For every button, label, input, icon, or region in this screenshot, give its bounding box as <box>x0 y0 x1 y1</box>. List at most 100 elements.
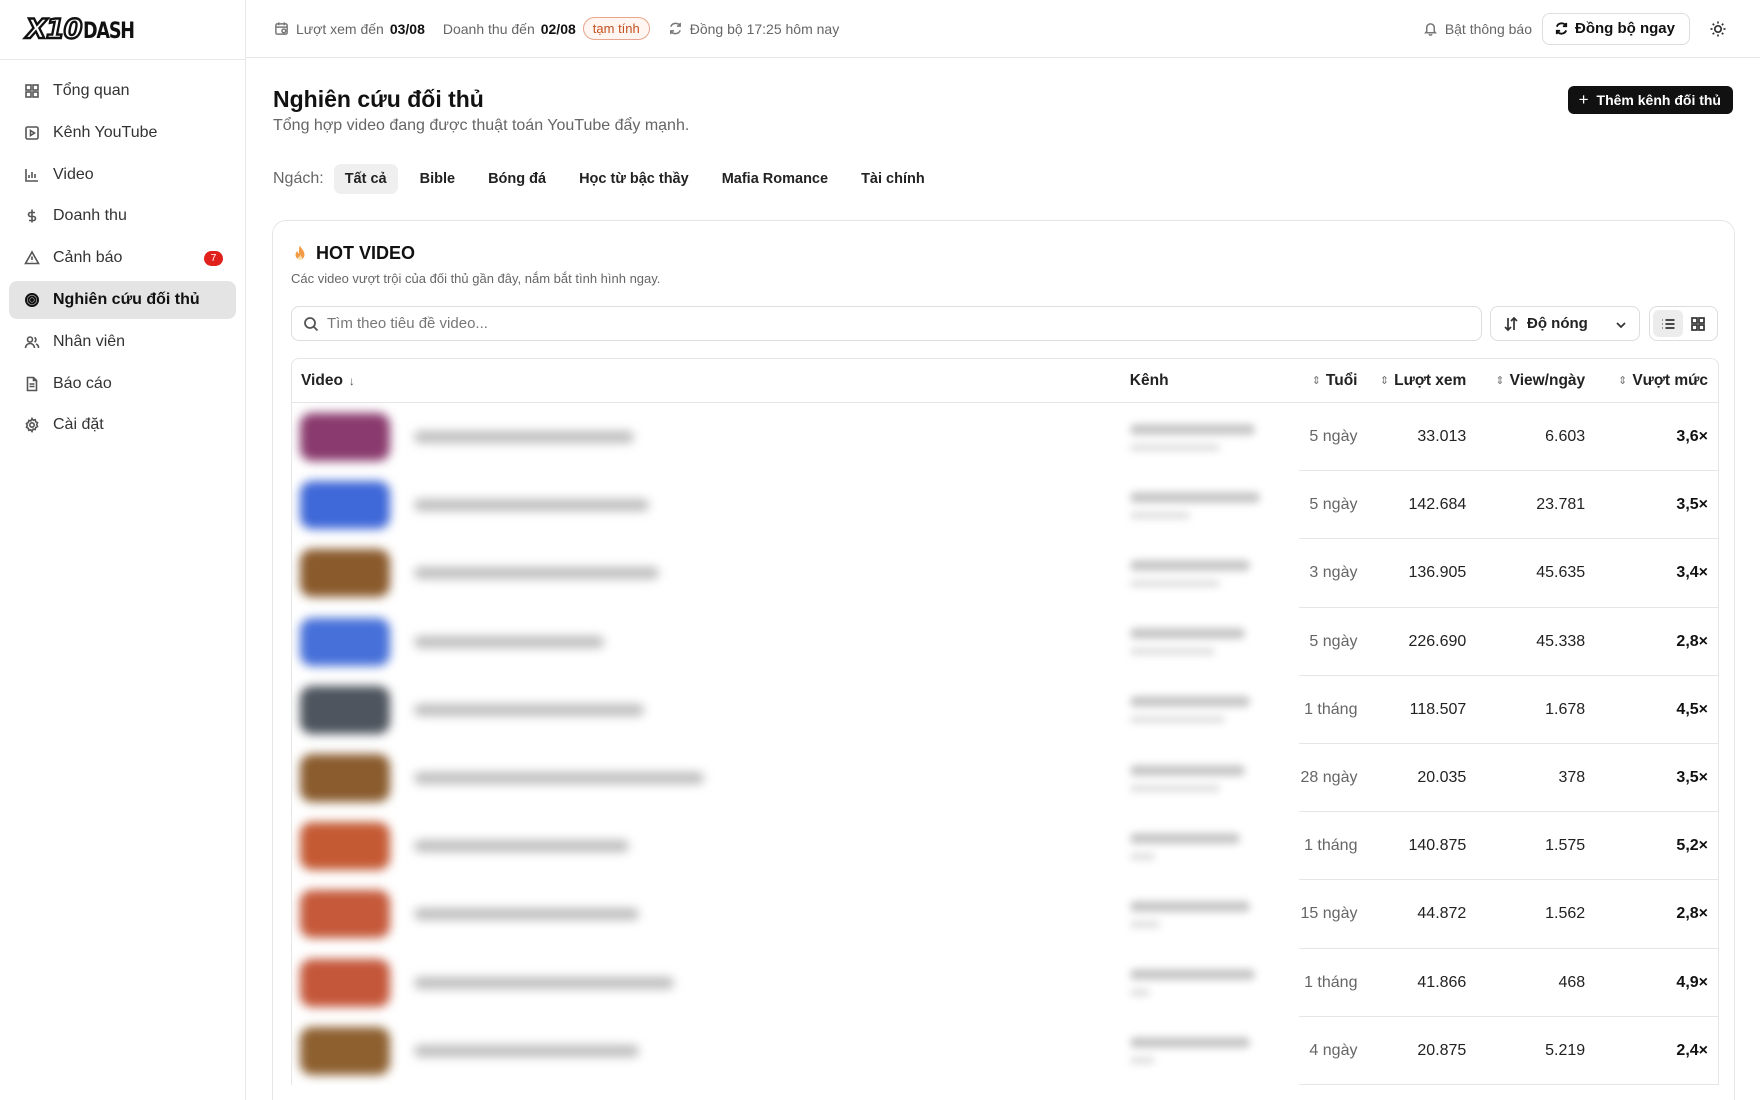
channel-cell[interactable] <box>1121 676 1281 744</box>
column-video[interactable]: Video ↓ <box>292 372 1121 390</box>
age-cell: 28 ngày <box>1300 769 1358 787</box>
table-row[interactable]: 15 ngày 44.872 1.562 2,8× <box>292 880 1718 949</box>
column-views-per-day[interactable]: ⇕ View/ngày <box>1476 372 1595 390</box>
channel-meta-blurred <box>1129 648 1215 656</box>
channel-meta-blurred <box>1129 511 1190 519</box>
table-row[interactable]: 5 ngày 33.013 6.603 3,6× <box>292 403 1718 472</box>
video-cell[interactable] <box>292 539 1121 607</box>
table-row[interactable]: 1 tháng 140.875 1.575 5,2× <box>292 812 1718 881</box>
video-thumbnail[interactable] <box>300 685 390 734</box>
table-row[interactable]: 1 tháng 118.507 1.678 4,5× <box>292 676 1718 744</box>
views-per-day-cell: 1.678 <box>1545 700 1586 718</box>
channel-cell[interactable] <box>1121 403 1281 471</box>
sidebar-item-1[interactable]: Tổng quan <box>9 72 236 110</box>
channel-name-blurred <box>1129 900 1250 912</box>
video-title-blurred[interactable] <box>414 431 634 444</box>
video-thumbnail[interactable] <box>300 549 390 598</box>
sidebar-item-2[interactable]: Kênh YouTube <box>9 114 236 152</box>
video-title-blurred[interactable] <box>414 703 644 716</box>
video-thumbnail[interactable] <box>300 754 390 803</box>
niche-chip[interactable]: Tài chính <box>850 164 936 194</box>
channel-cell[interactable] <box>1121 949 1281 1017</box>
video-thumbnail[interactable] <box>300 481 390 530</box>
channel-cell[interactable] <box>1121 539 1281 607</box>
video-cell[interactable] <box>292 812 1121 880</box>
column-outperform-label: Vượt mức <box>1632 371 1708 389</box>
sidebar-item-3[interactable]: Video <box>9 156 236 194</box>
sidebar-item-8[interactable]: Báo cáo <box>9 365 236 403</box>
video-cell[interactable] <box>292 949 1121 1017</box>
video-title-blurred[interactable] <box>414 772 704 785</box>
sidebar-item-6[interactable]: Nghiên cứu đối thủ <box>9 280 236 319</box>
views-cell: 41.866 <box>1417 973 1467 991</box>
theme-toggle-button[interactable] <box>1702 13 1734 45</box>
notify-toggle[interactable]: Bật thông báo <box>1423 21 1532 37</box>
video-thumbnail[interactable] <box>300 958 390 1007</box>
sidebar-item-label: Nghiên cứu đối thủ <box>53 290 200 308</box>
channel-cell[interactable] <box>1121 608 1281 676</box>
channel-name-blurred <box>1129 423 1255 435</box>
table-row[interactable]: 5 ngày 226.690 45.338 2,8× <box>292 608 1718 676</box>
sidebar-item-label: Tổng quan <box>53 82 130 99</box>
sidebar-item-9[interactable]: Cài đặt <box>9 406 236 444</box>
niche-chip[interactable]: Bible <box>409 164 466 194</box>
age-cell: 15 ngày <box>1300 905 1358 923</box>
niche-chip[interactable]: Tất cả <box>333 164 398 194</box>
column-views[interactable]: ⇕ Lượt xem <box>1367 372 1476 390</box>
views-date-info: Lượt xem đến 03/08 <box>274 21 425 37</box>
table-row[interactable]: 1 tháng 41.866 468 4,9× <box>292 949 1718 1017</box>
video-title-blurred[interactable] <box>414 976 674 989</box>
table-row[interactable]: 5 ngày 142.684 23.781 3,5× <box>292 471 1718 540</box>
channel-cell[interactable] <box>1121 744 1281 812</box>
channel-cell[interactable] <box>1121 471 1281 539</box>
logo-mark: X10 <box>25 13 84 46</box>
video-cell[interactable] <box>292 880 1121 948</box>
channel-cell[interactable] <box>1121 812 1281 880</box>
search-placeholder: Tìm theo tiêu đề video... <box>327 315 488 332</box>
niche-chip[interactable]: Bóng đá <box>477 164 557 194</box>
video-title-blurred[interactable] <box>414 635 604 648</box>
sidebar-item-7[interactable]: Nhân viên <box>9 323 236 361</box>
video-title-blurred[interactable] <box>414 1044 639 1057</box>
video-thumbnail[interactable] <box>300 617 390 666</box>
video-title-blurred[interactable] <box>414 840 629 853</box>
list-view-button[interactable] <box>1653 310 1683 337</box>
table-row[interactable]: 28 ngày 20.035 378 3,5× <box>292 744 1718 813</box>
column-outperform[interactable]: ⇕ Vượt mức <box>1595 372 1718 390</box>
video-cell[interactable] <box>292 744 1121 812</box>
video-cell[interactable] <box>292 471 1121 539</box>
grid-icon <box>1691 316 1705 331</box>
video-cell[interactable] <box>292 608 1121 676</box>
video-search-input[interactable]: Tìm theo tiêu đề video... <box>291 306 1482 341</box>
video-cell[interactable] <box>292 676 1121 744</box>
row-divider <box>1299 1083 1718 1085</box>
channel-cell[interactable] <box>1121 880 1281 948</box>
video-cell[interactable] <box>292 403 1121 471</box>
sidebar-item-4[interactable]: Doanh thu <box>9 197 236 235</box>
video-thumbnail[interactable] <box>300 1026 390 1075</box>
add-competitor-button[interactable]: + Thêm kênh đối thủ <box>1567 86 1733 114</box>
table-row[interactable]: 3 ngày 136.905 45.635 3,4× <box>292 539 1718 608</box>
video-thumbnail[interactable] <box>300 413 390 462</box>
video-thumbnail[interactable] <box>300 890 390 939</box>
sync-now-button[interactable]: Đồng bộ ngay <box>1542 12 1690 45</box>
video-thumbnail[interactable] <box>300 822 390 871</box>
card-title: HOT VIDEO <box>291 243 415 264</box>
views-per-day-cell: 468 <box>1558 973 1586 991</box>
sidebar-item-5[interactable]: Cảnh báo 7 <box>9 239 236 277</box>
logo[interactable]: X10 DASH <box>25 13 147 46</box>
niche-chip[interactable]: Mafia Romance <box>711 164 839 194</box>
niche-chip[interactable]: Học từ bậc thầy <box>568 164 700 194</box>
search-icon <box>304 316 319 331</box>
video-cell[interactable] <box>292 1017 1121 1085</box>
video-title-blurred[interactable] <box>414 908 639 921</box>
video-title-blurred[interactable] <box>414 499 649 512</box>
table-row[interactable]: 4 ngày 20.875 5.219 2,4× <box>292 1017 1718 1085</box>
age-cell: 1 tháng <box>1304 973 1358 991</box>
refresh-icon <box>1555 22 1568 35</box>
column-age[interactable]: ⇕ Tuổi <box>1281 372 1368 390</box>
channel-cell[interactable] <box>1121 1017 1281 1085</box>
sort-select[interactable]: Độ nóng <box>1490 306 1640 341</box>
video-title-blurred[interactable] <box>414 567 659 580</box>
grid-view-button[interactable] <box>1683 310 1713 337</box>
